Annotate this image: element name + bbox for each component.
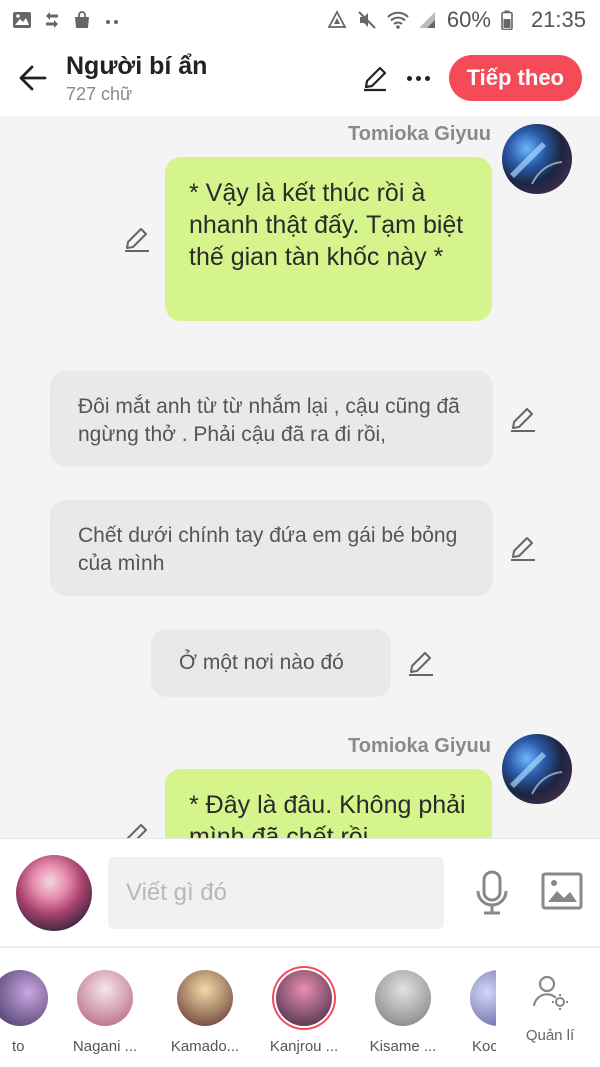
edit-message-button[interactable] <box>122 820 152 838</box>
status-bar: 60% 21:35 <box>0 0 600 40</box>
character-name: Koc <box>472 1038 496 1055</box>
character-thumbnail <box>375 970 431 1026</box>
narration-bubble[interactable]: Đôi mắt anh từ từ nhắm lại , cậu cũng đã… <box>50 371 493 467</box>
character-thumbnail <box>470 970 496 1026</box>
title-block: Người bí ẩn 727 chữ <box>66 49 353 107</box>
wifi-icon <box>387 10 409 30</box>
battery-icon <box>501 10 521 31</box>
character-item-selected[interactable]: Kanjrou ... <box>254 970 354 1055</box>
pencil-icon <box>126 824 147 838</box>
edit-title-button[interactable] <box>353 56 397 100</box>
narration-bubble[interactable]: Ở một nơi nào đó <box>151 629 391 697</box>
sender-name: Tomioka Giyuu <box>348 123 491 145</box>
signal-icon <box>417 10 437 30</box>
back-button[interactable] <box>0 40 66 116</box>
next-button[interactable]: Tiếp theo <box>448 55 582 101</box>
dot-icon <box>416 75 422 81</box>
edit-message-button[interactable] <box>122 224 152 254</box>
character-avatar[interactable] <box>502 734 572 804</box>
more-options-button[interactable] <box>397 56 441 100</box>
edit-message-button[interactable] <box>406 648 436 678</box>
character-item[interactable]: Koc <box>440 970 496 1055</box>
story-title: Người bí ẩn <box>66 52 208 80</box>
character-name: Kanjrou ... <box>269 1038 339 1055</box>
chat-area[interactable]: Tomioka Giyuu * Vậy là kết thúc rồi à nh… <box>0 116 600 838</box>
battery-percent: 60% <box>446 7 491 32</box>
character-thumbnail <box>276 970 332 1026</box>
character-name: Kamado... <box>170 1038 240 1055</box>
character-message-bubble[interactable]: * Đây là đâu. Không phải mình đã chết rồ… <box>165 769 492 838</box>
narration-bubble[interactable]: Chết dưới chính tay đứa em gái bé bỏng c… <box>50 500 493 596</box>
pencil-icon <box>409 652 433 676</box>
word-count: 727 chữ <box>66 84 133 104</box>
transfer-notification-icon <box>42 10 62 30</box>
message-input[interactable] <box>108 857 444 929</box>
voice-input-button[interactable] <box>472 869 512 917</box>
arrow-left-icon <box>19 65 47 91</box>
pencil-icon <box>363 66 386 92</box>
character-item[interactable]: Nagani ... <box>55 970 155 1055</box>
pencil-icon <box>511 537 535 561</box>
character-selector: to Nagani ... Kamado... Kanjrou ... Kisa… <box>0 947 600 1067</box>
pencil-icon <box>125 228 149 252</box>
character-avatar[interactable] <box>502 124 572 194</box>
dot-icon <box>407 75 413 81</box>
data-saver-icon <box>327 10 347 30</box>
microphone-icon <box>476 870 508 915</box>
character-thumbnail <box>0 970 48 1026</box>
pencil-icon <box>511 408 535 432</box>
edit-message-button[interactable] <box>508 404 538 434</box>
gallery-notification-icon <box>12 10 32 30</box>
character-thumbnail <box>177 970 233 1026</box>
manage-label: Quản lí <box>525 1027 575 1044</box>
more-notifications-icon <box>102 10 122 30</box>
image-icon <box>541 872 583 910</box>
character-item[interactable]: Kisame ... <box>353 970 453 1055</box>
sender-name: Tomioka Giyuu <box>348 735 491 757</box>
character-thumbnail <box>77 970 133 1026</box>
story-header: Người bí ẩn 727 chữ Tiếp theo <box>0 40 600 116</box>
insert-image-button[interactable] <box>540 871 584 911</box>
mute-icon <box>357 10 377 30</box>
character-name: Kisame ... <box>369 1038 437 1055</box>
composer-bar <box>0 838 600 946</box>
character-name: Nagani ... <box>72 1038 138 1055</box>
dot-icon <box>425 75 431 81</box>
clock: 21:35 <box>530 7 586 32</box>
shopping-bag-icon <box>72 10 92 30</box>
user-settings-icon <box>532 975 568 1010</box>
character-item[interactable]: Kamado... <box>155 970 255 1055</box>
selected-character-avatar[interactable] <box>16 855 92 931</box>
manage-characters-button[interactable]: Quản lí <box>520 972 580 1044</box>
character-message-bubble[interactable]: * Vậy là kết thúc rồi à nhanh thật đấy. … <box>165 157 492 321</box>
edit-message-button[interactable] <box>508 533 538 563</box>
